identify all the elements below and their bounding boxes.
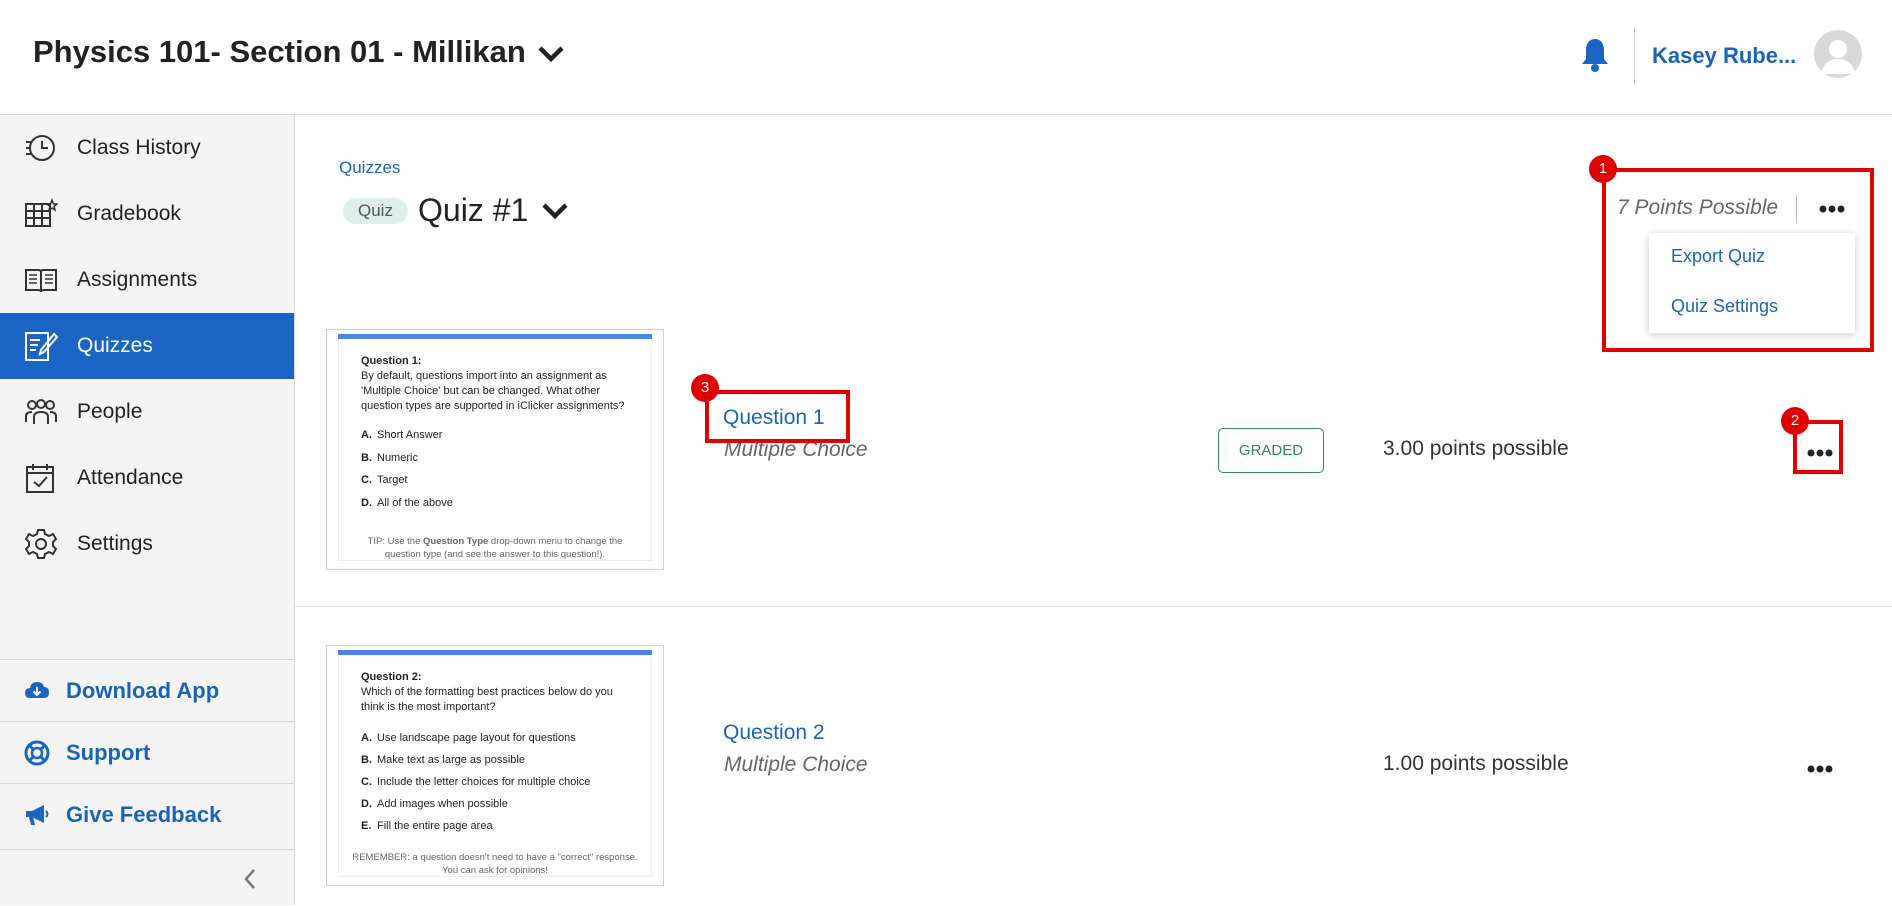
sidebar-item-label: Settings	[77, 532, 153, 555]
sidebar-item-people[interactable]: People	[0, 379, 294, 445]
lifebuoy-icon	[24, 740, 50, 766]
give-feedback-link[interactable]: Give Feedback	[0, 783, 294, 846]
thumb-tip: TIP: Use the Question Type drop-down men…	[367, 536, 623, 560]
quiz-selector[interactable]: Quiz #1	[418, 192, 568, 229]
sidebar-item-quizzes[interactable]: Quizzes	[0, 313, 294, 379]
callout-box-3	[705, 390, 850, 443]
chevron-down-icon	[538, 46, 564, 63]
people-icon	[25, 399, 57, 424]
thumb-option: A. Short Answer	[361, 429, 443, 441]
cloud-download-icon	[25, 682, 49, 698]
sidebar-item-label: Assignments	[77, 268, 198, 291]
thumb-option: E. Fill the entire page area	[361, 820, 493, 832]
class-history-icon	[26, 135, 55, 161]
sidebar: Class History Gradebook Assignments Quiz…	[0, 115, 295, 905]
quizzes-icon	[25, 332, 58, 361]
support-link[interactable]: Support	[0, 721, 294, 784]
question-points: 3.00 points possible	[1383, 437, 1569, 460]
give-feedback-label: Give Feedback	[66, 802, 222, 827]
callout-badge-3: 3	[691, 374, 719, 402]
thumb-option: A. Use landscape page layout for question…	[361, 732, 576, 744]
support-label: Support	[66, 740, 151, 765]
thumb-tip: REMEMBER: a question doesn't need to hav…	[352, 852, 638, 876]
question-points: 1.00 points possible	[1383, 752, 1569, 775]
sidebar-item-settings[interactable]: Settings	[0, 511, 294, 577]
thumb-option: C. Target	[361, 474, 408, 486]
thumb-text: Which of the formatting best practices b…	[361, 686, 613, 713]
download-app-label: Download App	[66, 678, 220, 703]
header-divider	[1634, 27, 1635, 85]
thumb-option: D. All of the above	[361, 497, 453, 509]
gradebook-icon	[25, 198, 58, 227]
question-thumbnail[interactable]: Question 2: Which of the formatting best…	[326, 645, 664, 886]
thumb-option: D. Add images when possible	[361, 798, 508, 810]
question-2-link[interactable]: Question 2	[723, 721, 825, 745]
callout-box-1	[1602, 168, 1874, 352]
sidebar-item-class-history[interactable]: Class History	[0, 115, 294, 181]
sidebar-item-attendance[interactable]: Attendance	[0, 445, 294, 511]
download-app-link[interactable]: Download App	[0, 659, 294, 722]
row-divider	[295, 606, 1892, 607]
sidebar-item-label: Class History	[77, 136, 201, 159]
attendance-icon	[26, 464, 54, 493]
callout-badge-2: 2	[1781, 407, 1809, 435]
thumb-heading: Question 2:	[361, 671, 422, 683]
thumb-option: B. Make text as large as possible	[361, 754, 525, 766]
sidebar-item-label: People	[77, 400, 143, 423]
thumb-heading: Question 1:	[361, 355, 422, 367]
sidebar-item-label: Gradebook	[77, 202, 181, 225]
course-title: Physics 101- Section 01 - Millikan	[33, 34, 526, 69]
question-thumbnail[interactable]: Question 1: By default, questions import…	[326, 329, 664, 570]
more-horizontal-icon	[1807, 765, 1833, 773]
page-title: Quiz #1	[418, 192, 529, 228]
chevron-down-icon	[542, 202, 568, 219]
assignments-icon	[25, 269, 57, 293]
thumb-option: B. Numeric	[361, 452, 418, 464]
sidebar-item-assignments[interactable]: Assignments	[0, 247, 294, 313]
callout-badge-1: 1	[1589, 155, 1617, 183]
chevron-left-icon	[244, 869, 255, 889]
sidebar-item-label: Quizzes	[77, 334, 153, 357]
settings-icon	[24, 529, 58, 559]
sidebar-item-label: Attendance	[77, 466, 184, 489]
thumb-option: C. Include the letter choices for multipl…	[361, 776, 591, 788]
quiz-type-tag: Quiz	[343, 198, 408, 224]
breadcrumb-quizzes[interactable]: Quizzes	[339, 158, 400, 178]
course-selector[interactable]: Physics 101- Section 01 - Millikan	[33, 34, 564, 70]
megaphone-icon	[26, 805, 49, 825]
question-type: Multiple Choice	[724, 753, 868, 776]
question-2-more-menu-button[interactable]	[1807, 755, 1833, 779]
collapse-sidebar-button[interactable]	[0, 849, 294, 906]
sidebar-item-gradebook[interactable]: Gradebook	[0, 181, 294, 247]
top-header: Physics 101- Section 01 - Millikan Kasey…	[0, 0, 1892, 115]
notification-bell-icon[interactable]	[1580, 37, 1610, 78]
status-badge: GRADED	[1218, 428, 1324, 473]
user-name-link[interactable]: Kasey Rube...	[1652, 43, 1796, 69]
thumb-text: By default, questions import into an ass…	[361, 370, 625, 412]
avatar[interactable]	[1814, 30, 1862, 78]
